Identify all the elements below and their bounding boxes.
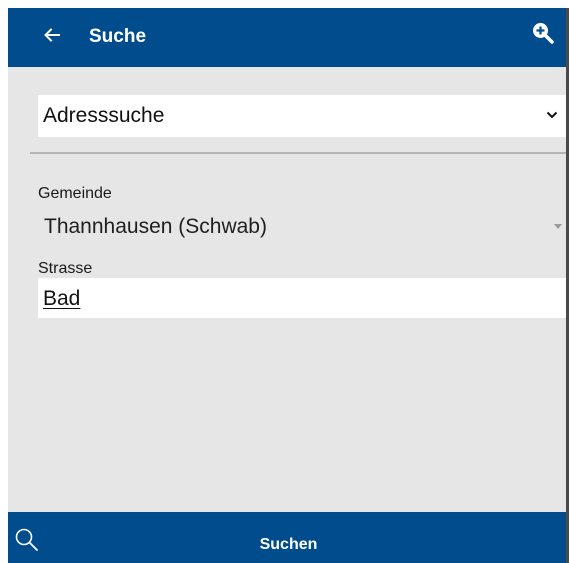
bottom-action-bar: Suchen [8,512,569,563]
zoom-in-button[interactable] [529,21,557,49]
gemeinde-select[interactable]: Thannhausen (Schwab) [38,210,566,244]
search-type-value: Adresssuche [43,104,165,127]
divider [30,152,566,154]
search-type-dropdown[interactable]: Adresssuche [38,95,566,137]
back-button[interactable] [38,23,66,51]
strasse-input[interactable]: Bad [38,278,566,318]
app-bar: Suche [8,8,569,67]
search-screen: Suche Adresssuche Gemeinde Thannhausen (… [8,8,569,563]
gemeinde-value: Thannhausen (Schwab) [44,215,267,238]
zoom-in-icon [531,21,555,50]
gemeinde-label: Gemeinde [38,185,112,202]
strasse-label: Strasse [38,260,93,277]
search-button[interactable]: Suchen [8,535,569,555]
arrow-left-icon [43,26,61,49]
strasse-value: Bad [43,287,81,310]
page-title: Suche [89,26,147,47]
chevron-down-icon [544,107,560,123]
caret-down-icon [554,224,562,229]
